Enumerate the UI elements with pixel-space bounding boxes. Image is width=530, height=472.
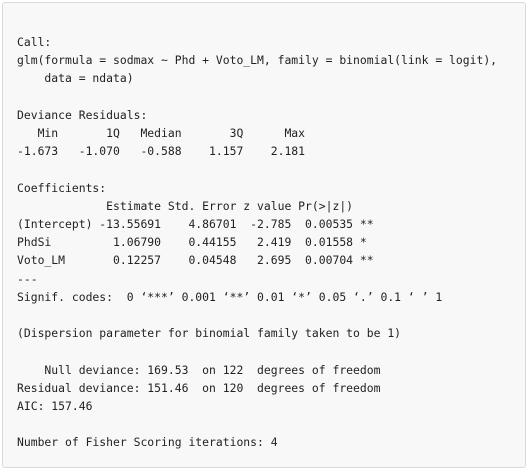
output-line-blank <box>17 342 525 360</box>
output-line-coef-phdsi: PhdSi 1.06790 0.44155 2.419 0.01558 * <box>17 235 367 250</box>
output-line-aic: AIC: 157.46 <box>17 399 93 413</box>
output-line-blank <box>17 306 525 324</box>
output-line-blank <box>17 415 525 433</box>
output-line-fisher-iterations: Number of Fisher Scoring iterations: 4 <box>17 435 278 450</box>
output-line-deviance-residuals-header: Deviance Residuals: <box>17 107 148 122</box>
output-line-coef-voto-lm: Voto_LM 0.12257 0.04548 2.695 0.00704 ** <box>17 253 374 268</box>
output-line-residual-deviance: Residual deviance: 151.46 on 120 degrees… <box>17 380 381 395</box>
output-line-blank <box>17 160 525 178</box>
output-line-signif-codes: Signif. codes: 0 ‘***’ 0.001 ‘**’ 0.01 ‘… <box>17 289 443 304</box>
output-line-null-deviance: Null deviance: 169.53 on 122 degrees of … <box>17 362 381 377</box>
output-line-dispersion: (Dispersion parameter for binomial famil… <box>17 326 402 341</box>
r-console-output-panel: Call: glm(formula = sodmax ~ Phd + Voto_L… <box>2 2 526 468</box>
output-line-residuals-values: -1.673 -1.070 -0.588 1.157 2.181 <box>17 144 306 159</box>
output-line-coefficients-header: Coefficients: <box>17 180 107 195</box>
output-line-separator: --- <box>17 271 38 286</box>
output-line-glm-formula: glm(formula = sodmax ~ Phd + Voto_LM, fa… <box>17 53 498 68</box>
output-line-coef-columns: Estimate Std. Error z value Pr(>|z|) <box>17 198 354 213</box>
output-line-call-header: Call: <box>17 35 52 49</box>
output-line-coef-intercept: (Intercept) -13.55691 4.86701 -2.785 0.0… <box>17 217 374 231</box>
output-line-residuals-labels: Min 1Q Median 3Q Max <box>17 126 306 140</box>
output-line-glm-data: data = ndata) <box>17 71 134 86</box>
glm-summary-text: Call: glm(formula = sodmax ~ Phd + Voto_L… <box>17 33 525 452</box>
output-line-blank <box>17 88 525 106</box>
